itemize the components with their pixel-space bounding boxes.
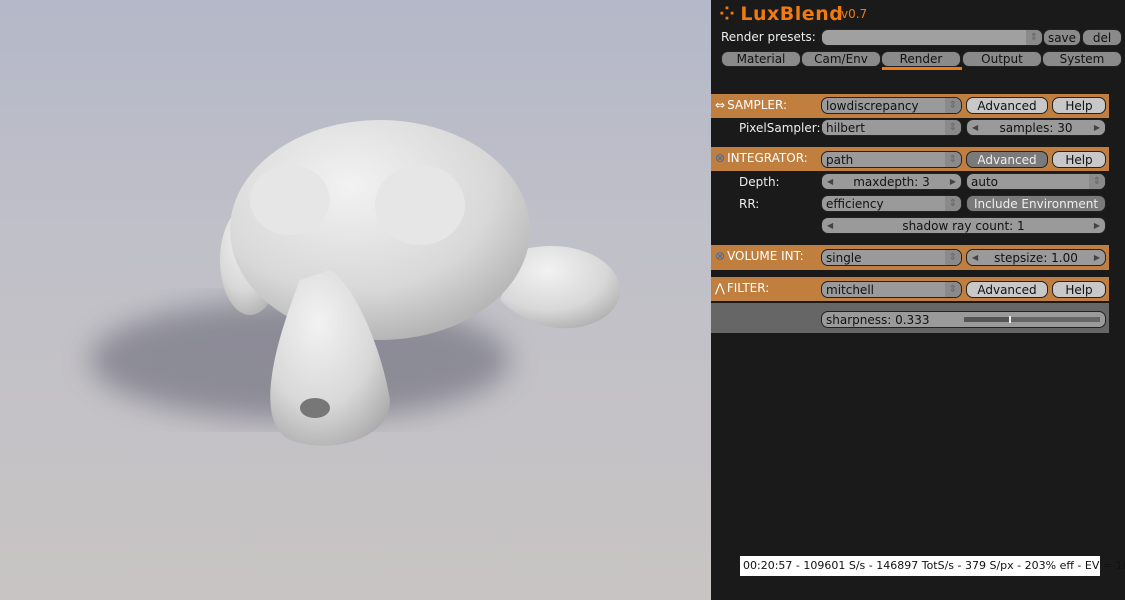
tab-material[interactable]: Material (721, 51, 801, 67)
tab-system[interactable]: System (1042, 51, 1122, 67)
sharpness-track (964, 316, 1100, 323)
sampler-select[interactable]: lowdiscrepancy (821, 97, 962, 114)
lux-logo-icon: ⁘ (719, 3, 736, 25)
sampler-advanced-button[interactable]: Advanced (966, 97, 1048, 114)
sampler-icon: ⇔ (715, 98, 726, 112)
rr-select[interactable]: efficiency (821, 195, 962, 212)
rendered-monkey-image (90, 120, 621, 446)
render-presets-select[interactable] (821, 29, 1043, 46)
render-presets-label: Render presets: (721, 30, 816, 44)
logo-text: LuxBlend (740, 3, 844, 25)
rr-label: RR: (739, 197, 760, 211)
shadow-ray-count-field[interactable]: shadow ray count: 1 (821, 217, 1106, 234)
filter-select[interactable]: mitchell (821, 281, 962, 298)
filter-help-button[interactable]: Help (1052, 281, 1106, 298)
include-environment-toggle[interactable]: Include Environment (966, 195, 1106, 212)
pixelsampler-label: PixelSampler: (739, 121, 821, 135)
sharpness-label: sharpness: 0.333 (826, 312, 930, 327)
active-tab-indicator (882, 67, 962, 70)
integrator-select[interactable]: path (821, 151, 962, 168)
sampler-help-button[interactable]: Help (1052, 97, 1106, 114)
sharpness-handle[interactable] (1009, 316, 1012, 323)
samples-field[interactable]: samples: 30 (966, 119, 1106, 136)
delete-preset-button[interactable]: del (1082, 29, 1122, 46)
filter-advanced-button[interactable]: Advanced (966, 281, 1048, 298)
depth-mode-select[interactable]: auto (966, 173, 1106, 190)
integrator-title: INTEGRATOR: (727, 151, 808, 165)
volume-icon: ⊗ (715, 249, 726, 263)
save-preset-button[interactable]: save (1043, 29, 1081, 46)
tab-render[interactable]: Render (881, 51, 961, 67)
integrator-advanced-button[interactable]: Advanced (966, 151, 1048, 168)
filter-curve-icon: ⋀ (715, 281, 725, 295)
depth-label: Depth: (739, 175, 780, 189)
sampler-title: SAMPLER: (727, 98, 787, 112)
sharpness-fill (964, 317, 1010, 322)
volume-integrator-select[interactable]: single (821, 249, 962, 266)
version-label: v0.7 (841, 7, 868, 21)
maxdepth-field[interactable]: maxdepth: 3 (821, 173, 962, 190)
stepsize-field[interactable]: stepsize: 1.00 (966, 249, 1106, 266)
render-viewport (0, 0, 711, 600)
pixelsampler-select[interactable]: hilbert (821, 119, 962, 136)
tab-output[interactable]: Output (962, 51, 1042, 67)
filter-title: FILTER: (726, 281, 770, 295)
tab-cam-env[interactable]: Cam/Env (801, 51, 881, 67)
luxblend-logo: ⁘ LuxBlend (719, 3, 843, 25)
luxblend-panel: ⁘LuxBlend v0.7 Render presets: save del … (711, 0, 1125, 600)
render-status-bar: 00:20:57 - 109601 S/s - 146897 TotS/s - … (740, 556, 1125, 576)
sharpness-slider[interactable]: sharpness: 0.333 (821, 311, 1106, 328)
integrator-link-icon: ⊗ (715, 151, 726, 165)
integrator-help-button[interactable]: Help (1052, 151, 1106, 168)
volume-title: VOLUME INT: (727, 249, 804, 263)
